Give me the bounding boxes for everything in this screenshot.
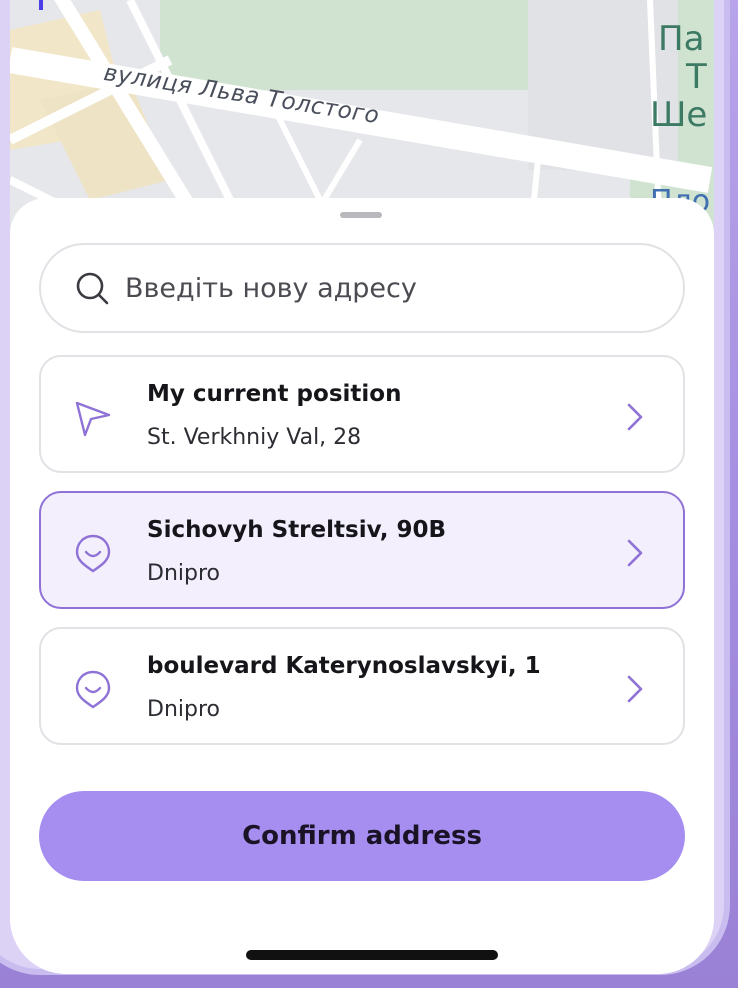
park-label-line-1: Па (658, 19, 705, 59)
search-icon (76, 272, 109, 305)
chevron-right-icon (627, 403, 643, 431)
confirm-address-button[interactable]: Confirm address (39, 791, 685, 881)
search-placeholder: Введіть нову адресу (125, 272, 417, 304)
location-subtitle: St. Verkhniy Val, 28 (147, 425, 362, 450)
phone-screen: вулиця Льва Толстого Па Т Ше Пло Введіть… (10, 0, 714, 974)
chevron-right-icon (627, 539, 643, 567)
location-pin-icon (75, 534, 111, 573)
location-card-katerynoslavskyi[interactable]: boulevard Katerynoslavskyi, 1 Dnipro (39, 627, 685, 745)
location-subtitle: Dnipro (147, 697, 220, 722)
location-card-current-position[interactable]: My current position St. Verkhniy Val, 28 (39, 355, 685, 473)
home-indicator[interactable] (246, 950, 498, 960)
location-subtitle: Dnipro (147, 561, 220, 586)
location-title: My current position (147, 381, 402, 407)
navigation-arrow-icon (75, 401, 111, 437)
chevron-right-icon (627, 675, 643, 703)
location-marker-icon[interactable] (10, 0, 72, 12)
location-pin-icon (75, 670, 111, 709)
location-title: Sichovyh Streltsiv, 90B (147, 517, 446, 543)
park-label-line-2: Т (686, 57, 707, 97)
address-bottom-sheet: Введіть нову адресу My current position … (10, 198, 714, 974)
location-card-sichovyh-streltsiv[interactable]: Sichovyh Streltsiv, 90B Dnipro (39, 491, 685, 609)
location-title: boulevard Katerynoslavskyi, 1 (147, 653, 541, 679)
park-label-line-3: Ше (650, 95, 708, 135)
search-field[interactable]: Введіть нову адресу (39, 243, 685, 333)
sheet-grabber[interactable] (340, 212, 382, 218)
